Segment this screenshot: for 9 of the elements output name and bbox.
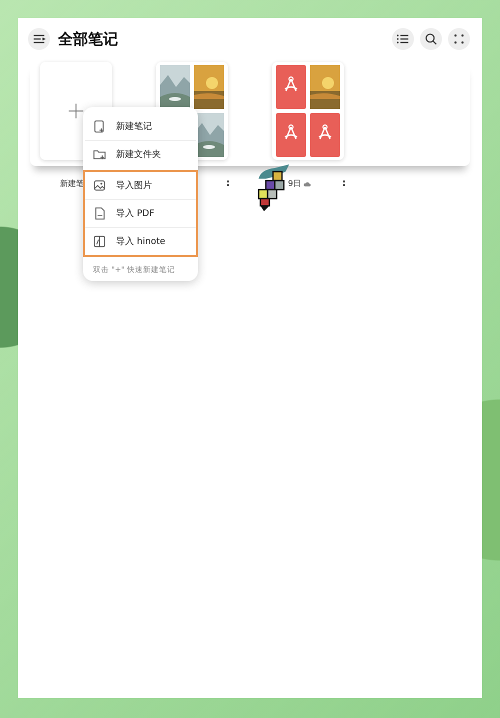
card-more-button[interactable]: : [342, 178, 346, 189]
menu-item[interactable]: 导入图片 [85, 172, 196, 200]
card-date: 9日 [288, 178, 302, 189]
menu-item[interactable]: 导入 hinote [85, 228, 196, 255]
menu-item[interactable]: 新建笔记 [85, 113, 196, 141]
card-more-button[interactable]: : [226, 178, 230, 189]
menu-item[interactable]: 新建文件夹 [85, 141, 196, 168]
menu-item[interactable]: 导入 PDF [85, 200, 196, 228]
page-title: 全部笔记 [58, 30, 118, 48]
